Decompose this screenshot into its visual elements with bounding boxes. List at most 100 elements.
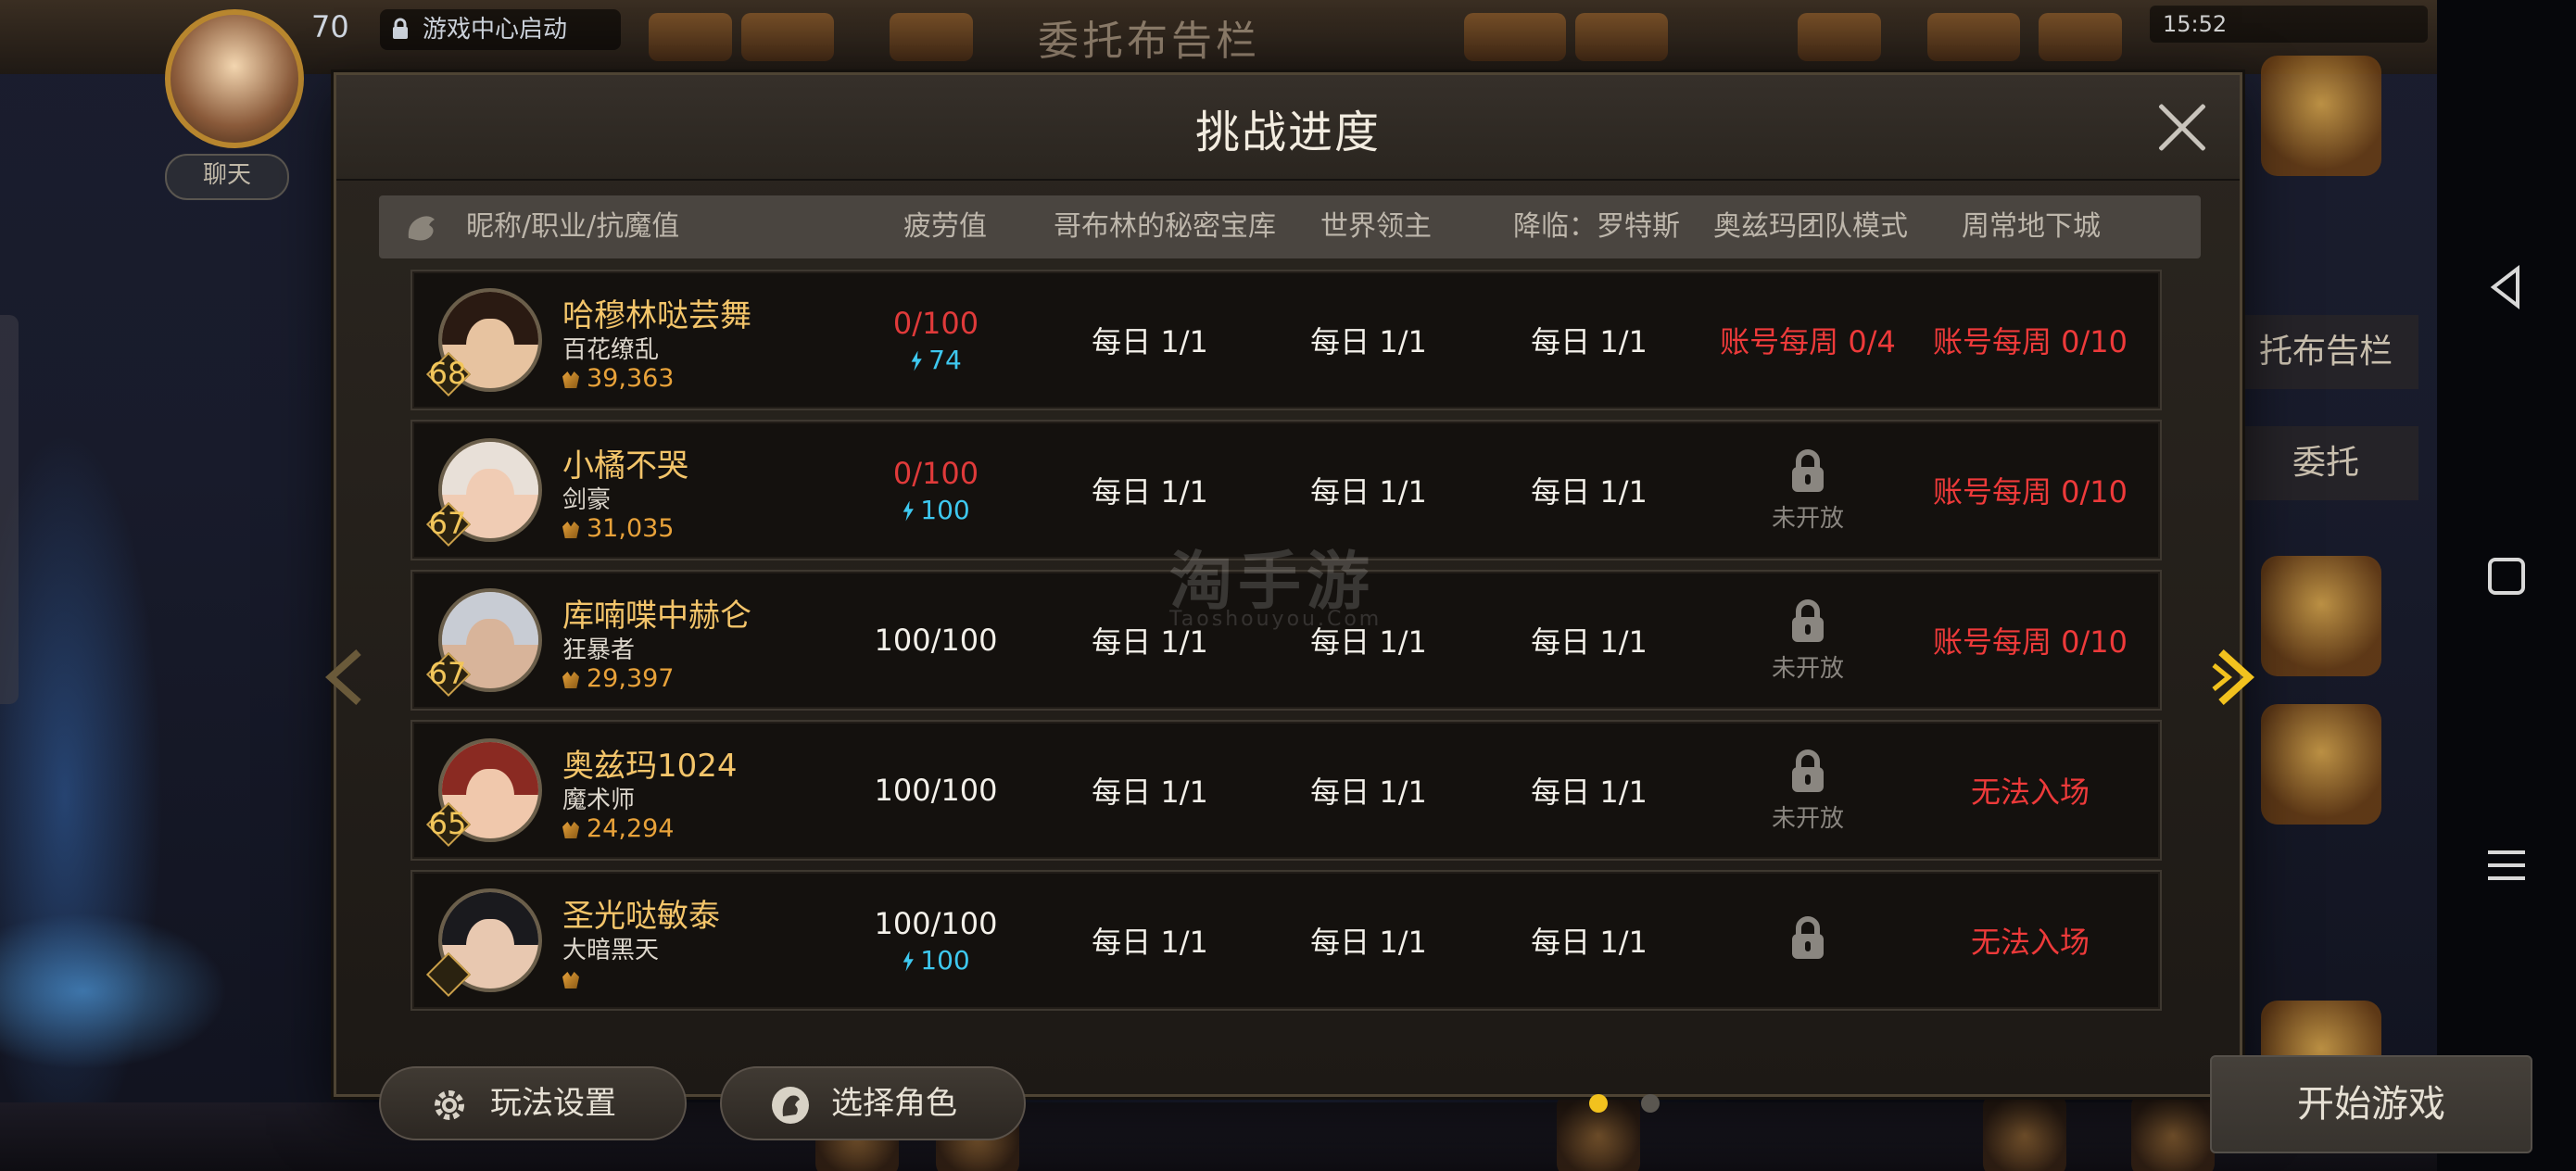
goblin-cell: 每日 1/1 <box>1039 271 1261 409</box>
next-page-arrow-icon[interactable] <box>2212 645 2262 710</box>
anti-magic-value: 29,397 <box>562 664 674 693</box>
fatigue-value: 100/100 <box>874 623 998 658</box>
character-name: 哈穆林哒芸舞 <box>562 297 751 334</box>
board-title: 委托布告栏 <box>1038 18 1260 65</box>
lock-icon <box>393 18 408 39</box>
commission-icon[interactable] <box>2261 704 2381 825</box>
ozma-value: 未开放 <box>1771 654 1844 683</box>
goblin-value: 每日 1/1 <box>1092 774 1208 810</box>
character-job: 剑豪 <box>562 486 612 514</box>
lock-icon <box>1792 749 1824 792</box>
goblin-cell: 每日 1/1 <box>1039 872 1261 1009</box>
fatigue-value: 100/100 <box>874 905 998 941</box>
level-badge <box>425 951 472 998</box>
edge-handle[interactable] <box>0 315 19 704</box>
anti-magic-value: 31,035 <box>562 514 674 543</box>
character-row[interactable]: 圣光哒敏泰 大暗黑天 100/100 100 每日 1/1 每日 1/1 每日 1/1 无法入… <box>410 870 2162 1011</box>
gear-icon <box>435 1090 464 1120</box>
side-commission-label[interactable]: 委托 <box>2233 426 2418 500</box>
lock-icon <box>1792 916 1824 959</box>
ozma-cell <box>1687 872 1928 1009</box>
rotes-value: 每日 1/1 <box>1531 774 1648 810</box>
goblin-cell: 每日 1/1 <box>1039 422 1261 559</box>
select-character-label: 选择角色 <box>831 1085 957 1122</box>
fatigue-value: 100/100 <box>874 773 998 808</box>
character-job: 魔术师 <box>562 787 636 814</box>
page-dot-1[interactable] <box>1589 1094 1608 1113</box>
fatigue-cell: 100/100 <box>829 572 1042 709</box>
character-name: 奥兹玛1024 <box>562 748 738 785</box>
notice-board-icon[interactable] <box>2261 556 2381 676</box>
player-level: 70 <box>311 9 349 44</box>
ozma-value: 账号每周 0/4 <box>1720 324 1896 359</box>
back-icon[interactable] <box>2479 259 2534 315</box>
lord-value: 每日 1/1 <box>1310 925 1427 960</box>
character-name: 小橘不哭 <box>562 447 688 485</box>
lord-value: 每日 1/1 <box>1310 324 1427 359</box>
character-row[interactable]: 67 小橘不哭 剑豪 31,035 0/100 100 每日 1/1 每日 1/1 每日 1/1… <box>410 420 2162 560</box>
power-text: 39,363 <box>587 364 675 393</box>
select-character-button[interactable]: 选择角色 <box>720 1066 1026 1140</box>
character-name: 库喃喋中赫仑 <box>562 598 751 635</box>
start-game-button[interactable]: 开始游戏 <box>2210 1055 2532 1153</box>
dialog-header: 挑战进度 <box>336 75 2240 181</box>
fatigue-cell: 100/100 <box>829 722 1042 859</box>
lightning-icon <box>911 350 922 371</box>
col-weekly-dungeon: 周常地下城 <box>1962 210 2101 243</box>
play-settings-button[interactable]: 玩法设置 <box>379 1066 687 1140</box>
energy-value: 100 <box>902 494 970 525</box>
side-board-label[interactable]: 托布告栏 <box>2233 315 2418 389</box>
event-icon[interactable] <box>2261 56 2381 176</box>
goblin-value: 每日 1/1 <box>1092 925 1208 960</box>
character-row[interactable]: 68 哈穆林哒芸舞 百花缭乱 39,363 0/100 74 每日 1/1 每日 1/1 每日 … <box>410 270 2162 410</box>
ozma-value: 未开放 <box>1771 504 1844 533</box>
lock-icon <box>1792 448 1824 492</box>
close-button[interactable] <box>2154 99 2210 155</box>
rotes-value: 每日 1/1 <box>1531 324 1648 359</box>
fatigue-value: 0/100 <box>892 305 979 341</box>
level-badge: 67 <box>425 501 472 548</box>
power-text: 24,294 <box>587 814 675 843</box>
weekly-value: 账号每周 0/10 <box>1932 474 2128 510</box>
rotes-cell: 每日 1/1 <box>1478 572 1700 709</box>
fatigue-cell: 100/100 100 <box>829 872 1042 1009</box>
crown-icon <box>562 672 579 688</box>
weekly-value: 账号每周 0/10 <box>1932 324 2128 359</box>
ozma-value: 未开放 <box>1771 804 1844 833</box>
level-text: 68 <box>428 356 467 391</box>
anti-magic-value: 39,363 <box>562 364 674 393</box>
game-center-notice[interactable]: 游戏中心启动 <box>380 9 621 50</box>
weekly-cell: 账号每周 0/10 <box>1910 572 2151 709</box>
lord-cell: 每日 1/1 <box>1257 572 1480 709</box>
lightning-icon <box>903 951 914 972</box>
home-icon[interactable] <box>2479 548 2534 604</box>
prev-page-arrow-icon[interactable] <box>318 645 368 710</box>
character-list[interactable]: 68 哈穆林哒芸舞 百花缭乱 39,363 0/100 74 每日 1/1 每日 1/1 每日 … <box>410 270 2167 1035</box>
column-header: 昵称/职业/抗魔值 疲劳值 哥布林的秘密宝库 世界领主 降临：罗特斯 奥兹玛团队… <box>379 195 2201 258</box>
status-time: 15:52 <box>2163 11 2228 37</box>
play-settings-label: 玩法设置 <box>490 1085 616 1122</box>
crown-icon <box>562 822 579 838</box>
lord-cell: 每日 1/1 <box>1257 872 1480 1009</box>
page-dot-2[interactable] <box>1641 1094 1660 1113</box>
level-text: 67 <box>428 506 467 541</box>
energy-text: 100 <box>920 494 970 525</box>
power-text: 31,035 <box>587 514 675 543</box>
lord-cell: 每日 1/1 <box>1257 271 1480 409</box>
chat-button[interactable]: 聊天 <box>165 154 289 200</box>
weekly-cell: 无法入场 <box>1910 722 2151 859</box>
power-text: 29,397 <box>587 664 675 693</box>
col-goblin-vault: 哥布林的秘密宝库 <box>1054 210 1276 243</box>
character-row[interactable]: 65 奥兹玛1024 魔术师 24,294 100/100 每日 1/1 每日 1/1 每日 … <box>410 720 2162 861</box>
lord-value: 每日 1/1 <box>1310 474 1427 510</box>
weekly-cell: 账号每周 0/10 <box>1910 422 2151 559</box>
ozma-cell: 未开放 <box>1687 422 1928 559</box>
rotes-cell: 每日 1/1 <box>1478 722 1700 859</box>
android-nav-bar <box>2437 0 2576 1171</box>
weekly-cell: 账号每周 0/10 <box>1910 271 2151 409</box>
player-avatar[interactable] <box>165 9 304 148</box>
menu-icon[interactable] <box>2479 837 2534 893</box>
level-badge: 68 <box>425 351 472 397</box>
character-row[interactable]: 67 库喃喋中赫仑 狂暴者 29,397 100/100 每日 1/1 每日 1/1 每日 1… <box>410 570 2162 711</box>
lord-value: 每日 1/1 <box>1310 624 1427 660</box>
